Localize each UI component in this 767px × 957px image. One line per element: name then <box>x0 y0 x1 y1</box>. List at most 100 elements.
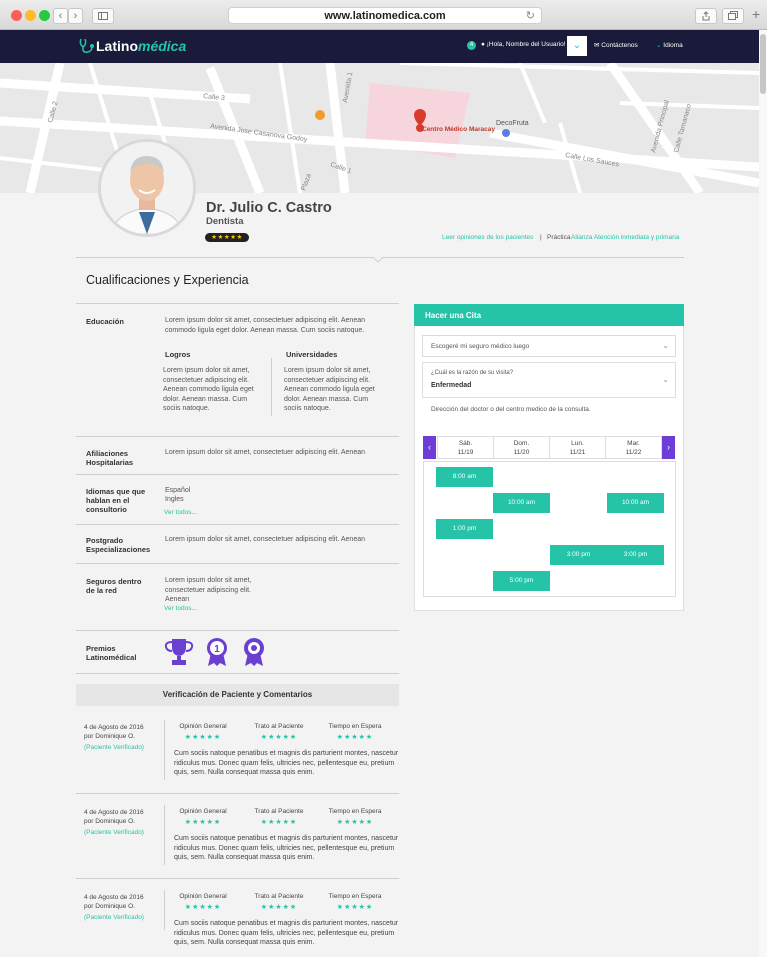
divider <box>76 474 399 475</box>
day-name: Lun. <box>571 440 584 447</box>
general-rating-label: Opinión General <box>179 723 227 730</box>
scrollbar-thumb[interactable] <box>760 34 766 94</box>
divider <box>76 303 399 304</box>
treatment-rating-stars: ★★★★★ <box>260 734 298 741</box>
wait-rating-label: Tiempo en Espera <box>328 808 382 815</box>
time-slot-button[interactable]: 3:00 pm <box>607 545 664 565</box>
site-logo[interactable]: Latinomédica <box>78 38 186 54</box>
doctor-avatar <box>98 139 196 237</box>
minimize-window-button[interactable] <box>25 10 36 21</box>
review-comment: Cum sociis natoque penatibus et magnis d… <box>174 835 399 861</box>
poi-label: DecoFruta <box>496 120 529 127</box>
divider <box>76 878 399 879</box>
general-rating-label: Opinión General <box>179 893 227 900</box>
day-column-header[interactable]: Mar. 11/22 <box>605 436 662 459</box>
day-date: 11/20 <box>513 449 530 456</box>
day-column-header[interactable]: Sáb. 11/19 <box>437 436 494 459</box>
doctor-address: Dirección del doctor o del centro medico… <box>431 406 591 413</box>
review-comment: Cum sociis natoque penatibus et magnis d… <box>174 750 399 776</box>
insurance-select[interactable]: Escogeré mi seguro médico luego ⌄ <box>422 335 676 357</box>
chevron-down-icon: ⌄ <box>662 341 669 350</box>
education-text: Lorem ipsum dolor sit amet, consectetuer… <box>165 317 365 334</box>
chevron-down-icon: ⌄ <box>572 40 582 51</box>
maximize-window-button[interactable] <box>39 10 50 21</box>
insurance-select-value: Escogeré mi seguro médico luego <box>431 343 530 350</box>
languages-label: Idiomas que que hablan en el consultorio <box>86 487 146 514</box>
education-label: Educación <box>86 317 124 326</box>
practice-label: Práctica <box>547 234 571 241</box>
wait-rating-stars: ★★★★★ <box>336 734 374 741</box>
address-bar[interactable]: www.latinomedica.com ↻ <box>228 7 542 24</box>
day-date: 11/19 <box>457 449 474 456</box>
divider <box>164 805 165 865</box>
divider <box>164 720 165 780</box>
language-item: Ingles <box>165 496 184 503</box>
reason-value: Enfermedad <box>431 382 472 389</box>
sidebar-toggle-icon[interactable] <box>92 8 114 24</box>
back-button[interactable]: ‹ <box>53 8 68 24</box>
postgrad-label: Postgrado Especializaciones <box>86 536 151 554</box>
time-slot-button[interactable]: 8:00 am <box>436 467 493 487</box>
see-all-insurance-link[interactable]: Ver todos... <box>164 605 197 612</box>
chevron-down-icon: ⌄ <box>656 42 662 49</box>
reason-select[interactable]: ¿Cuál es la razón de su visita? Enfermed… <box>422 362 676 398</box>
contact-link[interactable]: ✉ Contáctenos <box>594 41 638 49</box>
insurance-text: Lorem ipsum dolor sit amet, consectetuer… <box>165 577 252 603</box>
time-slot-button[interactable]: 10:00 am <box>493 493 550 513</box>
day-date: 11/22 <box>625 449 642 456</box>
forward-button[interactable]: › <box>68 8 83 24</box>
day-name: Sáb. <box>458 440 473 447</box>
prev-week-button[interactable]: ‹ <box>423 436 436 459</box>
shop-marker-icon <box>502 129 510 137</box>
chevron-right-icon: › <box>667 442 670 452</box>
time-slot-button[interactable]: 10:00 am <box>607 493 664 513</box>
wait-rating-stars: ★★★★★ <box>336 904 374 911</box>
first-place-medal-icon: 1 <box>207 638 227 666</box>
time-slot-button[interactable]: 5:00 pm <box>493 571 550 591</box>
user-dropdown-button[interactable]: ⌄ <box>567 36 587 56</box>
tabs-icon[interactable] <box>722 8 744 24</box>
notification-badge[interactable]: 4 <box>467 41 476 50</box>
page-scrollbar[interactable] <box>759 30 767 957</box>
affiliations-label: Afiliaciones Hospitalarias <box>86 449 134 467</box>
general-rating-stars: ★★★★★ <box>184 734 222 741</box>
share-icon[interactable] <box>695 8 717 24</box>
treatment-rating-stars: ★★★★★ <box>260 819 298 826</box>
divider <box>76 563 399 564</box>
achievements-text: Lorem ipsum dolor sit amet, consectetuer… <box>163 367 254 412</box>
reviews-link[interactable]: Leer opiniones de los pacientes <box>442 234 533 241</box>
day-column-header[interactable]: Dom. 11/20 <box>493 436 550 459</box>
review-date: 4 de Agosto de 2016 <box>84 724 144 731</box>
wait-rating-label: Tiempo en Espera <box>328 893 382 900</box>
new-tab-button[interactable]: + <box>752 6 760 22</box>
review-date: 4 de Agosto de 2016 <box>84 894 144 901</box>
practice-link[interactable]: Alianza Atención inmediata y primaria <box>571 234 679 241</box>
day-column-header[interactable]: Lun. 11/21 <box>549 436 606 459</box>
logo-text-latino: Latino <box>96 38 138 54</box>
day-date: 11/21 <box>569 449 586 456</box>
affiliations-text: Lorem ipsum dolor sit amet, consectetuer… <box>165 449 365 456</box>
browser-window: ‹ › www.latinomedica.com ↻ + Latinomédic… <box>0 0 767 957</box>
reload-icon[interactable]: ↻ <box>526 8 535 24</box>
rosette-award-icon <box>244 638 264 666</box>
see-all-languages-link[interactable]: Ver todos... <box>164 509 197 516</box>
separator: | <box>540 234 542 241</box>
appointment-title: Hacer una Cita <box>414 304 684 326</box>
divider <box>76 630 399 631</box>
universities-label: Universidades <box>286 350 338 359</box>
review-date: 4 de Agosto de 2016 <box>84 809 144 816</box>
language-menu[interactable]: ⌄ Idioma <box>656 41 683 49</box>
next-week-button[interactable]: › <box>662 436 675 459</box>
time-slot-button[interactable]: 1:00 pm <box>436 519 493 539</box>
user-icon: ● <box>481 41 485 48</box>
review-comment: Cum sociis natoque penatibus et magnis d… <box>174 920 399 946</box>
close-window-button[interactable] <box>11 10 22 21</box>
divider <box>76 673 399 674</box>
reason-label: ¿Cuál es la razón de su visita? <box>431 370 514 376</box>
chevron-down-icon: ⌄ <box>662 375 669 384</box>
time-slot-button[interactable]: 3:00 pm <box>550 545 607 565</box>
general-rating-stars: ★★★★★ <box>184 904 222 911</box>
user-menu[interactable]: ● ¡Hola, Nombre del Usuario! <box>481 41 566 48</box>
wait-rating-stars: ★★★★★ <box>336 819 374 826</box>
verified-badge: (Paciente Verificado) <box>84 914 144 921</box>
